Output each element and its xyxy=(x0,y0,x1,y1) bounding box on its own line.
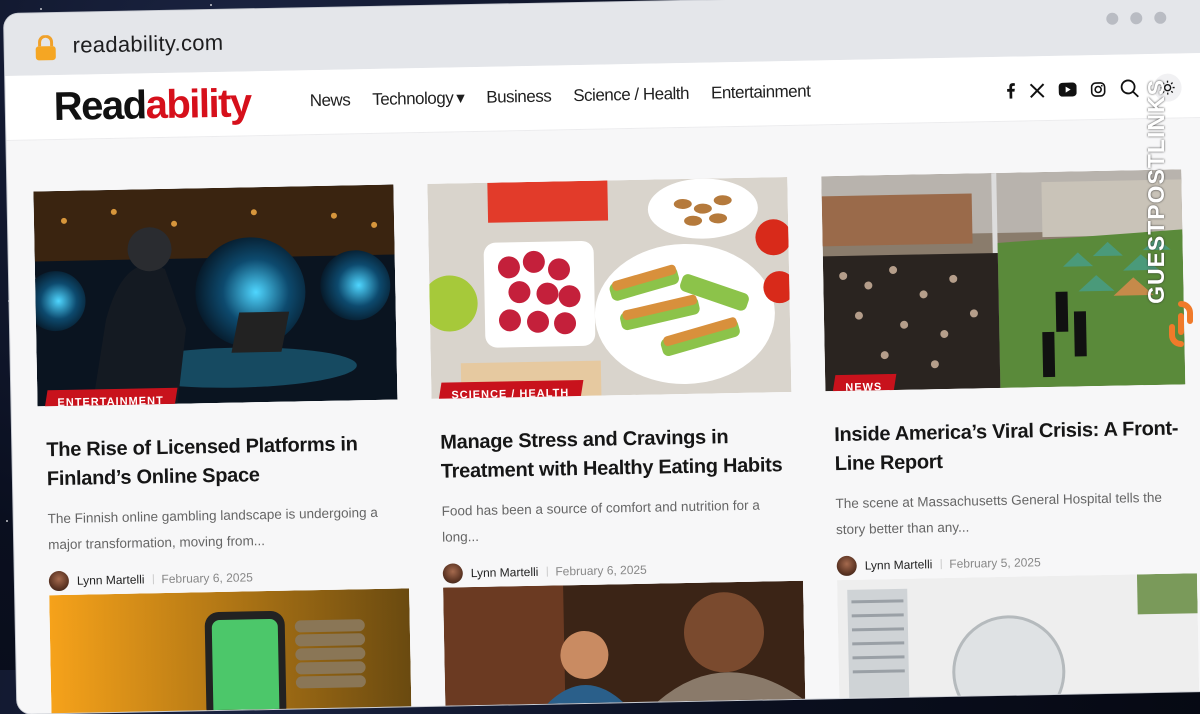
post-card[interactable] xyxy=(443,580,806,708)
category-badge[interactable]: NEWS xyxy=(831,373,897,392)
site-logo[interactable]: Readability xyxy=(53,81,251,130)
nav-item-news[interactable]: News xyxy=(310,90,351,111)
category-badge[interactable]: SCIENCE / HEALTH xyxy=(437,379,584,399)
post-meta: Lynn Martelli February 6, 2025 xyxy=(442,557,795,584)
logo-text-read: Read xyxy=(53,83,147,130)
post-thumbnail[interactable]: NEWS xyxy=(821,169,1186,392)
author-name[interactable]: Lynn Martelli xyxy=(865,558,933,573)
link-logo-icon xyxy=(1169,301,1193,347)
logo-text-ability: ability xyxy=(145,81,252,128)
post-meta: Lynn Martelli February 5, 2025 xyxy=(836,550,1189,577)
post-card[interactable] xyxy=(837,573,1200,701)
post-thumbnail[interactable]: ENTERTAINMENT xyxy=(33,184,398,407)
main-nav: News Technology ▾ Business Science / Heal… xyxy=(310,82,811,112)
post-thumbnail[interactable] xyxy=(443,580,806,708)
author-name[interactable]: Lynn Martelli xyxy=(77,573,145,588)
post-card[interactable]: ENTERTAINMENT The Rise of Licensed Platf… xyxy=(33,184,401,592)
watermark: GUESTPOSTLINKS xyxy=(1143,60,1196,360)
watermark-text: GUESTPOSTLINKS xyxy=(1142,79,1169,304)
post-card[interactable]: NEWS Inside America’s Viral Crisis: A Fr… xyxy=(821,169,1189,577)
meta-divider xyxy=(152,574,154,585)
category-label: ENTERTAINMENT xyxy=(57,395,164,407)
post-title[interactable]: The Rise of Licensed Platforms in Finlan… xyxy=(46,430,395,495)
post-thumbnail[interactable]: SCIENCE / HEALTH xyxy=(427,176,792,399)
nav-item-science-health[interactable]: Science / Health xyxy=(573,84,689,106)
x-icon[interactable] xyxy=(1029,82,1045,98)
search-icon[interactable] xyxy=(1119,78,1139,98)
post-title[interactable]: Inside America’s Viral Crisis: A Front-L… xyxy=(834,414,1183,479)
post-date: February 6, 2025 xyxy=(161,570,253,587)
nav-item-business[interactable]: Business xyxy=(486,87,551,108)
facebook-icon[interactable] xyxy=(1006,83,1016,99)
post-date: February 6, 2025 xyxy=(555,563,647,579)
post-excerpt: The Finnish online gambling landscape is… xyxy=(47,504,378,552)
window-dot[interactable] xyxy=(1130,12,1143,25)
window-controls xyxy=(1106,11,1167,25)
chevron-down-icon: ▾ xyxy=(456,88,465,108)
post-thumbnail[interactable] xyxy=(837,573,1200,701)
category-label: NEWS xyxy=(845,381,883,392)
address-bar[interactable]: readability.com xyxy=(72,30,223,59)
meta-divider xyxy=(940,559,942,570)
window-dot[interactable] xyxy=(1154,11,1167,24)
avatar[interactable] xyxy=(48,571,70,592)
nav-item-technology[interactable]: Technology ▾ xyxy=(372,88,464,110)
nav-item-label: Technology xyxy=(372,88,454,109)
meta-divider xyxy=(546,566,548,577)
post-date: February 5, 2025 xyxy=(949,555,1041,572)
web-page: Readability News Technology ▾ Business Sc… xyxy=(5,52,1200,714)
post-card[interactable]: SCIENCE / HEALTH Manage Stress and Cravi… xyxy=(427,176,795,584)
nav-item-entertainment[interactable]: Entertainment xyxy=(711,82,811,104)
post-excerpt: The scene at Massachusetts General Hospi… xyxy=(835,489,1163,537)
window-dot[interactable] xyxy=(1106,12,1119,25)
post-card[interactable] xyxy=(49,588,412,714)
post-title[interactable]: Manage Stress and Cravings in Treatment … xyxy=(440,422,789,487)
avatar[interactable] xyxy=(836,556,857,577)
avatar[interactable] xyxy=(442,563,464,584)
instagram-icon[interactable] xyxy=(1090,81,1106,97)
category-badge[interactable]: ENTERTAINMENT xyxy=(43,387,178,407)
youtube-icon[interactable] xyxy=(1058,82,1077,97)
post-thumbnail[interactable] xyxy=(49,588,412,714)
category-label: SCIENCE / HEALTH xyxy=(451,387,570,399)
author-name[interactable]: Lynn Martelli xyxy=(471,565,539,580)
lock-icon xyxy=(35,34,56,61)
post-meta: Lynn Martelli February 6, 2025 xyxy=(48,565,401,592)
post-excerpt: Food has been a source of comfort and nu… xyxy=(441,497,760,545)
browser-window: readability.com Readability News Technol… xyxy=(4,0,1200,714)
